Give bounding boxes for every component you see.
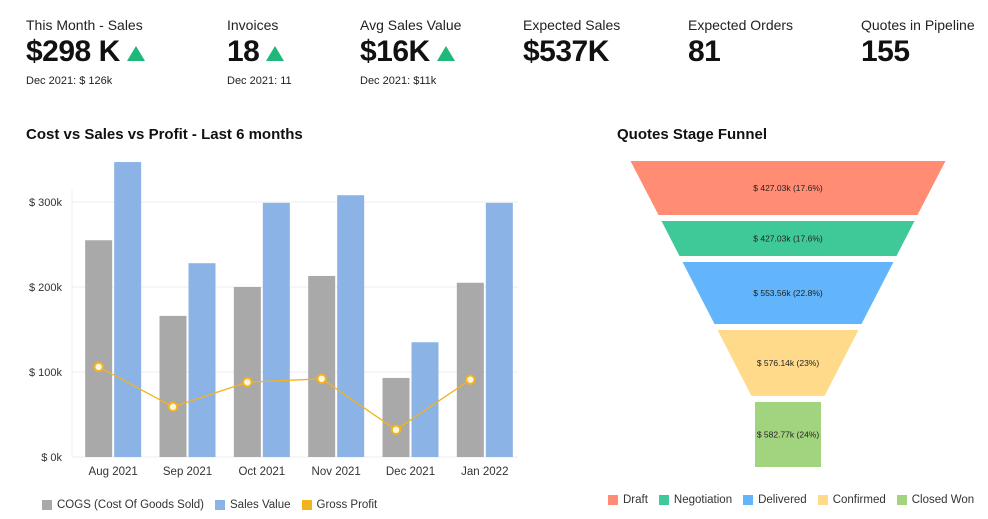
- y-tick-label: $ 200k: [29, 282, 63, 294]
- legend-label: COGS (Cost Of Goods Sold): [57, 499, 204, 511]
- legend-item-gross-profit[interactable]: Gross Profit: [301, 499, 378, 511]
- bar-cogs: [159, 315, 187, 457]
- bar-sales-value: [188, 263, 216, 457]
- gross-profit-point: [167, 401, 179, 413]
- quotes-stage-funnel: $ 427.03k (17.6%) $ 427.03k (17.6%) $ 553.…: [630, 161, 946, 467]
- funnel-segment-label: $ 553.56k (22.8%): [753, 288, 823, 298]
- legend-item-closed-won[interactable]: Closed Won: [896, 494, 975, 506]
- x-tick-label: Sep 2021: [163, 466, 212, 478]
- x-tick-label: Oct 2021: [238, 466, 285, 478]
- kpi-comparison: Dec 2021: $ 126k: [26, 75, 113, 87]
- kpi-value: 155: [861, 35, 910, 68]
- cost-sales-profit-chart: $ 0k $ 100k $ 200k $ 300k Aug 2021 Sep 2021 O…: [29, 162, 518, 478]
- kpi-quotes-in-pipeline: Quotes in Pipeline 155: [861, 17, 975, 70]
- bar-chart-legend: COGS (Cost Of Goods Sold) Sales Value Gr…: [42, 499, 388, 511]
- trend-up-icon: [266, 45, 285, 61]
- legend-label: Closed Won: [911, 494, 975, 506]
- kpi-value: $537K: [523, 35, 609, 68]
- funnel-chart-title: Quotes Stage Funnel: [617, 126, 768, 143]
- funnel-segment-label: $ 576.14k (23%): [757, 358, 820, 368]
- kpi-value: 81: [688, 35, 721, 68]
- legend-item-cogs[interactable]: COGS (Cost Of Goods Sold): [42, 499, 204, 511]
- x-axis-ticks: Aug 2021 Sep 2021 Oct 2021 Nov 2021 Dec 2021…: [89, 466, 509, 478]
- funnel-legend: Draft Negotiation Delivered Confirmed Cl…: [608, 494, 985, 506]
- kpi-this-month-sales: This Month - Sales $298 K Dec 2021: $ 12…: [26, 17, 145, 87]
- legend-item-sales-value[interactable]: Sales Value: [215, 499, 291, 511]
- x-tick-label: Nov 2021: [312, 466, 361, 478]
- funnel-segment-label: $ 427.03k (17.6%): [753, 183, 823, 193]
- legend-swatch: [817, 495, 828, 505]
- legend-item-delivered[interactable]: Delivered: [743, 494, 807, 506]
- legend-item-negotiation[interactable]: Negotiation: [658, 494, 733, 506]
- funnel-segment-label: $ 427.03k (17.6%): [753, 234, 823, 244]
- bar-cogs: [85, 240, 113, 457]
- gross-profit-point: [316, 373, 327, 385]
- kpi-expected-sales: Expected Sales $537K: [523, 17, 620, 70]
- gross-profit-point: [242, 377, 253, 388]
- kpi-value: $298 K: [26, 35, 120, 68]
- legend-swatch: [658, 495, 669, 505]
- kpi-avg-sales-value: Avg Sales Value $16K Dec 2021: $11k: [360, 17, 461, 87]
- kpi-label: This Month - Sales: [26, 17, 143, 33]
- legend-swatch: [743, 495, 754, 505]
- bar-cogs: [382, 377, 410, 457]
- legend-label: Sales Value: [230, 499, 291, 511]
- trend-up-icon: [126, 45, 145, 61]
- bar-cogs: [308, 275, 336, 457]
- legend-swatch: [608, 495, 618, 505]
- y-tick-label: $ 300k: [29, 197, 63, 209]
- kpi-comparison: Dec 2021: 11: [227, 75, 292, 87]
- kpi-label: Quotes in Pipeline: [861, 17, 975, 33]
- bar-cogs: [456, 282, 484, 457]
- legend-swatch: [42, 500, 52, 510]
- gross-profit-point: [390, 424, 402, 435]
- x-tick-label: Dec 2021: [386, 466, 435, 478]
- kpi-value: $16K: [360, 35, 430, 68]
- kpi-comparison: Dec 2021: $11k: [360, 75, 437, 87]
- bar-sales-value: [114, 162, 142, 458]
- legend-swatch: [301, 500, 312, 510]
- kpi-invoices: Invoices 18 Dec 2021: 11: [227, 17, 292, 87]
- bar-sales-value: [262, 202, 290, 457]
- kpi-label: Invoices: [227, 17, 279, 33]
- legend-label: Confirmed: [832, 494, 886, 506]
- legend-label: Delivered: [758, 494, 807, 506]
- y-tick-label: $ 100k: [29, 367, 63, 379]
- legend-swatch: [896, 495, 907, 505]
- gross-profit-point: [93, 361, 104, 373]
- kpi-expected-orders: Expected Orders 81: [688, 17, 793, 70]
- y-tick-label: $ 0k: [41, 452, 62, 464]
- legend-label: Negotiation: [673, 494, 733, 506]
- kpi-label: Expected Orders: [688, 17, 794, 33]
- bar-cogs: [233, 287, 261, 457]
- kpi-label: Avg Sales Value: [360, 17, 462, 33]
- gross-profit-point: [465, 374, 476, 385]
- trend-up-icon: [436, 45, 455, 61]
- funnel-segment-label: $ 582.77k (24%): [757, 430, 820, 440]
- legend-item-draft[interactable]: Draft: [608, 494, 648, 506]
- bars: [85, 162, 513, 458]
- bar-sales-value: [411, 342, 439, 457]
- legend-item-confirmed[interactable]: Confirmed: [817, 494, 886, 506]
- bar-sales-value: [337, 195, 365, 457]
- y-axis-ticks: $ 0k $ 100k $ 200k $ 300k: [29, 197, 63, 464]
- kpi-value: 18: [227, 35, 260, 68]
- legend-swatch: [215, 500, 225, 510]
- kpi-label: Expected Sales: [523, 17, 621, 33]
- x-tick-label: Jan 2022: [461, 466, 508, 478]
- x-tick-label: Aug 2021: [89, 466, 138, 478]
- legend-label: Gross Profit: [316, 499, 378, 511]
- legend-label: Draft: [623, 494, 648, 506]
- bar-sales-value: [485, 202, 513, 457]
